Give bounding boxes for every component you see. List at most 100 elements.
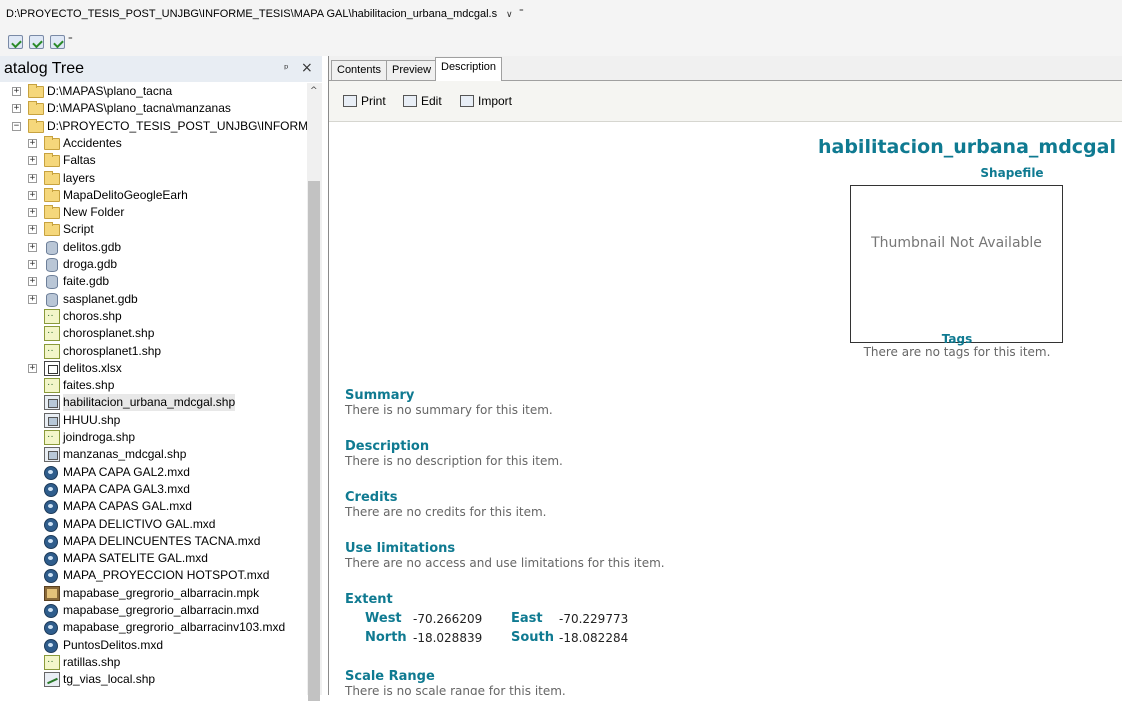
print-button[interactable]: Print [343, 94, 386, 108]
tree-item[interactable]: chorosplanet.shp [0, 324, 307, 342]
tree-item[interactable]: − D:\PROYECTO_TESIS_POST_UNJBG\INFORME [0, 118, 307, 135]
tree-item-label: delitos.xlsx [63, 360, 122, 375]
pin-icon[interactable]: ᵖ [284, 62, 289, 75]
tree-item[interactable]: MAPA CAPA GAL2.mxd [0, 464, 307, 481]
tab-contents[interactable]: Contents [331, 60, 388, 80]
tree-item[interactable]: ratillas.shp [0, 653, 307, 671]
credits-heading: Credits [345, 490, 398, 505]
tree-item-label: choros.shp [63, 308, 122, 323]
tree-item[interactable]: + delitos.xlsx [0, 360, 307, 377]
toolbar-overflow-icon[interactable]: ⁼ [519, 8, 524, 18]
extent-east-label: East [511, 611, 543, 626]
item-title: habilitacion_urbana_mdcgal [817, 136, 1116, 158]
expand-icon[interactable]: + [28, 260, 37, 269]
connect-folder-icon[interactable] [8, 35, 23, 49]
expand-icon[interactable]: + [28, 277, 37, 287]
tree-item[interactable]: + D:\MAPAS\plano_tacna [0, 83, 307, 100]
tree-item[interactable]: PuntosDelitos.mxd [0, 637, 307, 654]
import-label: Import [478, 94, 513, 108]
tags-text: There are no tags for this item. [863, 345, 1051, 359]
tree-item-label: chorosplanet1.shp [63, 343, 162, 358]
tree-item[interactable]: mapabase_gregrorio_albarracin.mxd [0, 602, 307, 619]
point-shapefile-icon [44, 342, 60, 359]
tree-item[interactable]: + layers [0, 170, 307, 187]
polygon-shapefile-icon [44, 447, 60, 463]
tree-item[interactable]: chorosplanet1.shp [0, 342, 307, 360]
toggle-contents-icon[interactable] [50, 35, 65, 49]
tree-item-label: faites.shp [63, 378, 115, 393]
use-limitations-heading: Use limitations [345, 541, 456, 556]
tree-item[interactable]: + Faltas [0, 152, 307, 169]
map-document-icon [44, 638, 58, 653]
edit-button[interactable]: Edit [403, 94, 442, 108]
tree-item[interactable]: MAPA_PROYECCION HOTSPOT.mxd [0, 567, 307, 584]
description-toolbar: Print Edit Import [329, 81, 1122, 122]
expand-icon[interactable]: + [28, 156, 37, 166]
expand-icon[interactable]: + [28, 363, 37, 373]
expand-icon[interactable]: + [28, 190, 37, 200]
tree-item[interactable]: + droga.gdb [0, 256, 307, 273]
tree-item[interactable]: MAPA CAPAS GAL.mxd [0, 498, 307, 515]
tree-item[interactable]: joindroga.shp [0, 428, 307, 446]
tree-item[interactable]: MAPA CAPA GAL3.mxd [0, 481, 307, 498]
expand-icon[interactable]: + [12, 87, 21, 96]
printer-icon [343, 95, 357, 107]
scrollbar-thumb[interactable] [308, 181, 320, 701]
tree-item[interactable]: tg_vias_local.shp [0, 671, 307, 688]
expand-icon[interactable]: + [28, 208, 37, 218]
expand-icon[interactable]: + [28, 173, 37, 183]
tree-item[interactable]: mapabase_gregrorio_albarracin.mpk [0, 585, 307, 602]
tags-heading: Tags [941, 332, 973, 346]
folder-icon [44, 170, 60, 185]
tree-item[interactable]: + D:\MAPAS\plano_tacna\manzanas [0, 100, 307, 117]
catalog-tree: + D:\MAPAS\plano_tacna + D:\MAPAS\plano_tac… [0, 83, 307, 695]
tree-item[interactable]: + New Folder [0, 204, 307, 221]
scroll-up-icon[interactable]: ^ [310, 86, 318, 96]
close-icon[interactable]: × [301, 60, 313, 76]
catalog-header: atalog Tree ᵖ × [0, 56, 322, 82]
extent-east-value: -70.229773 [559, 612, 629, 626]
toolbar-overflow-icon[interactable]: ⁼ [68, 36, 73, 46]
tree-item[interactable]: choros.shp [0, 307, 307, 325]
tree-item-label: habilitacion_urbana_mdcgal.shp [63, 394, 236, 412]
map-document-icon [44, 569, 58, 584]
folder-icon [28, 118, 44, 133]
tree-item[interactable]: + faite.gdb [0, 273, 307, 290]
address-path[interactable]: D:\PROYECTO_TESIS_POST_UNJBG\INFORME_TES… [6, 8, 497, 20]
extent-north-value: -18.028839 [413, 631, 483, 645]
collapse-icon[interactable]: − [12, 121, 21, 131]
tree-item[interactable]: MAPA DELINCUENTES TACNA.mxd [0, 533, 307, 550]
thumbnail-placeholder: Thumbnail Not Available [871, 235, 1042, 251]
map-document-icon [44, 517, 58, 532]
address-dropdown-icon[interactable]: ∨ [506, 10, 516, 20]
tree-item[interactable]: + sasplanet.gdb [0, 291, 307, 308]
tab-strip: Contents Preview Description [329, 56, 1122, 81]
tree-item[interactable]: habilitacion_urbana_mdcgal.shp [0, 394, 307, 412]
map-document-icon [44, 465, 58, 480]
expand-icon[interactable]: + [12, 104, 21, 114]
tree-item[interactable]: + Accidentes [0, 135, 307, 152]
expand-icon[interactable]: + [28, 242, 37, 252]
tree-item[interactable]: + MapaDelitoGeogleEarh [0, 187, 307, 204]
tree-item[interactable]: + Script [0, 221, 307, 238]
expand-icon[interactable]: + [28, 225, 37, 235]
tree-item-label: MAPA_PROYECCION HOTSPOT.mxd [63, 568, 270, 583]
tree-item[interactable]: + delitos.gdb [0, 239, 307, 256]
disconnect-folder-icon[interactable] [29, 35, 44, 49]
tree-item[interactable]: MAPA DELICTIVO GAL.mxd [0, 516, 307, 533]
edit-label: Edit [421, 94, 442, 108]
folder-icon [44, 135, 60, 150]
expand-icon[interactable]: + [28, 138, 37, 148]
extent-north-label: North [365, 630, 407, 645]
import-button[interactable]: Import [460, 94, 512, 108]
tab-preview[interactable]: Preview [386, 60, 438, 80]
tree-item[interactable]: manzanas_mdcgal.shp [0, 446, 307, 463]
tree-item[interactable]: faites.shp [0, 376, 307, 394]
expand-icon[interactable]: + [28, 294, 37, 304]
tree-item[interactable]: HHUU.shp [0, 412, 307, 429]
tree-item-label: MAPA DELICTIVO GAL.mxd [63, 516, 216, 531]
content-panel: Contents Preview Description Print Edit … [328, 56, 1122, 695]
tab-description[interactable]: Description [435, 57, 503, 81]
tree-item[interactable]: MAPA SATELITE GAL.mxd [0, 550, 307, 567]
tree-item[interactable]: mapabase_gregrorio_albarracinv103.mxd [0, 619, 307, 636]
